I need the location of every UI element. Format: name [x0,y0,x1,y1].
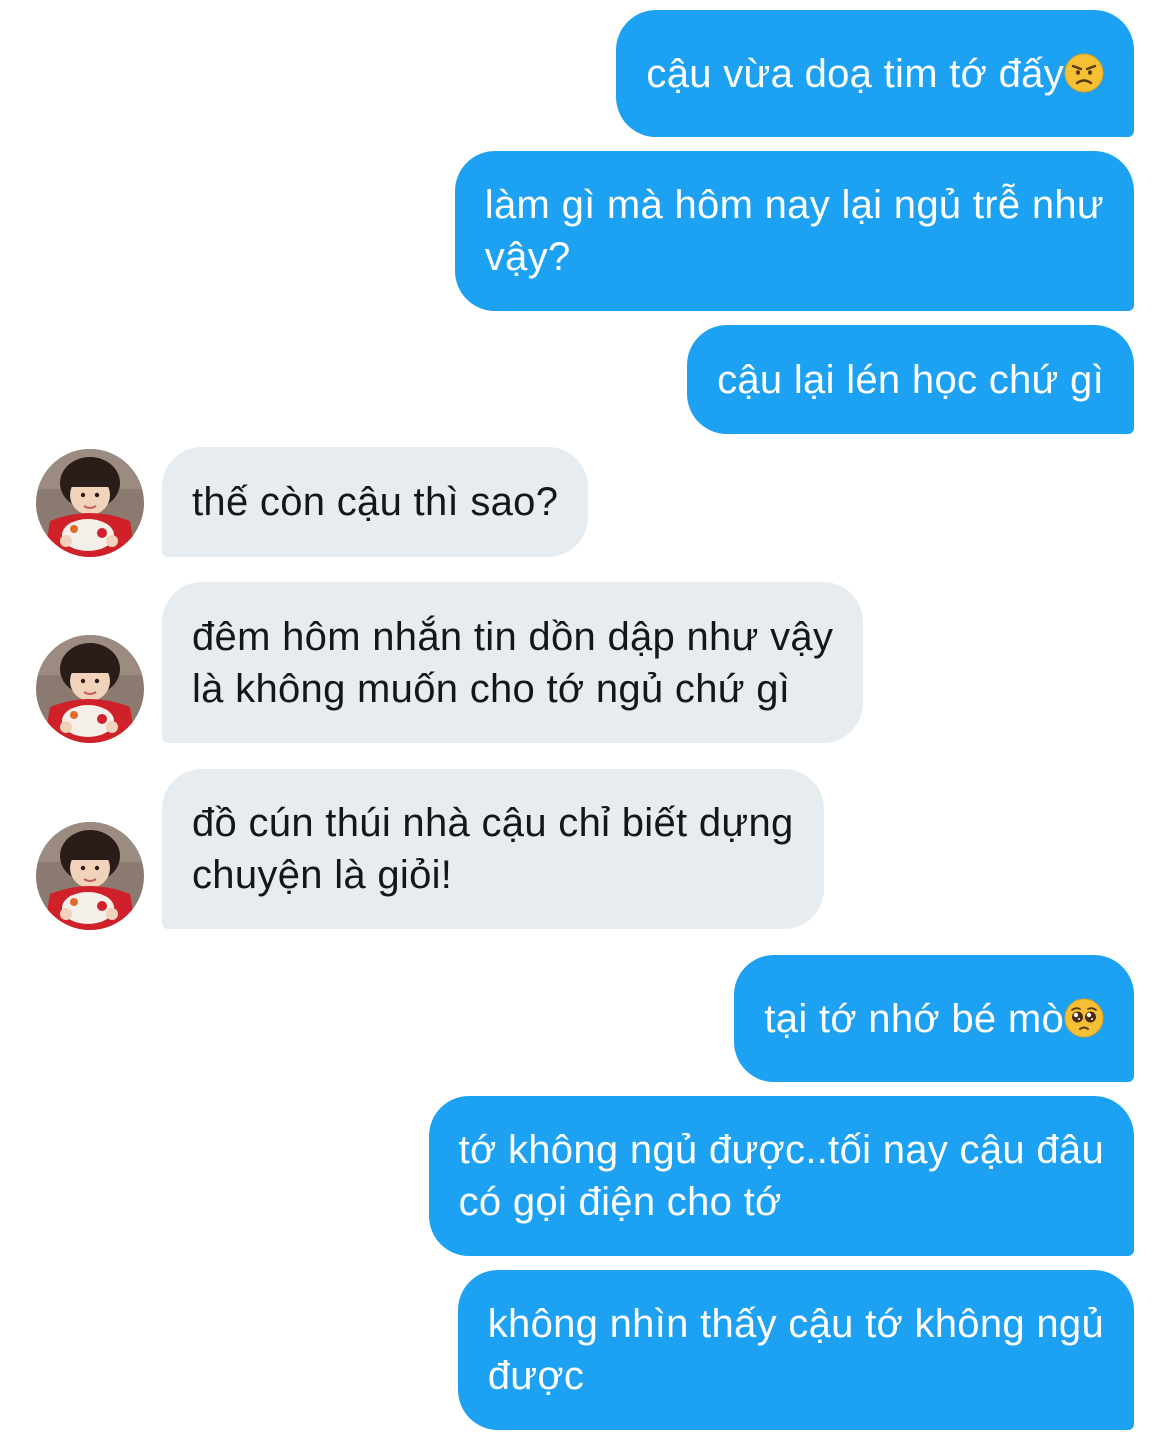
message-bubble-incoming[interactable]: đồ cún thúi nhà cậu chỉ biết dựng chuyện… [162,769,824,929]
message-text-line: vậy? [484,235,571,279]
message-text-line: đồ cún thúi nhà cậu chỉ biết dựng [192,801,794,845]
message-text-line: đêm hôm nhắn tin dồn dập như vậy [192,614,834,659]
message-text: cậu vừa doạ tim tớ đấy [646,51,1064,96]
contact-avatar[interactable] [36,449,144,557]
message-bubble-incoming[interactable]: thế còn cậu thì sao? [162,447,589,557]
message-bubble-outgoing[interactable]: tại tớ nhớ bé mò [734,955,1134,1082]
message-bubble-outgoing[interactable]: tớ không ngủ được..tối nay cậu đâu có gọ… [428,1096,1134,1256]
pleading-face-icon [1064,998,1104,1038]
message-text-line: có gọi điện cho tớ [458,1180,782,1224]
message-text-line: tớ không ngủ được..tối nay cậu đâu [458,1128,1104,1172]
message-text-line: chuyện là giỏi! [192,853,453,897]
message-text: tại tớ nhớ bé mò [764,996,1064,1041]
message-text-line: là không muốn cho tớ ngủ chứ gì [192,666,791,711]
contact-avatar[interactable] [36,635,144,743]
message-text: cậu lại lén học chứ gì [717,357,1104,402]
message-text: thế còn cậu thì sao? [192,480,559,524]
message-bubble-outgoing[interactable]: không nhìn thấy cậu tớ không ngủ được [457,1270,1134,1430]
message-text-line: không nhìn thấy cậu tớ không ngủ [487,1302,1104,1346]
message-text-line: làm gì mà hôm nay lại ngủ trễ như [484,183,1104,227]
message-bubble-outgoing[interactable]: cậu lại lén học chứ gì [687,325,1134,434]
message-bubble-outgoing[interactable]: cậu vừa doạ tim tớ đấy [616,10,1134,137]
message-bubble-outgoing[interactable]: làm gì mà hôm nay lại ngủ trễ như vậy? [454,151,1134,311]
message-text-line: được [487,1354,585,1398]
angry-face-icon [1064,53,1104,93]
message-bubble-incoming[interactable]: đêm hôm nhắn tin dồn dập như vậy là khôn… [162,582,864,743]
contact-avatar[interactable] [36,822,144,930]
